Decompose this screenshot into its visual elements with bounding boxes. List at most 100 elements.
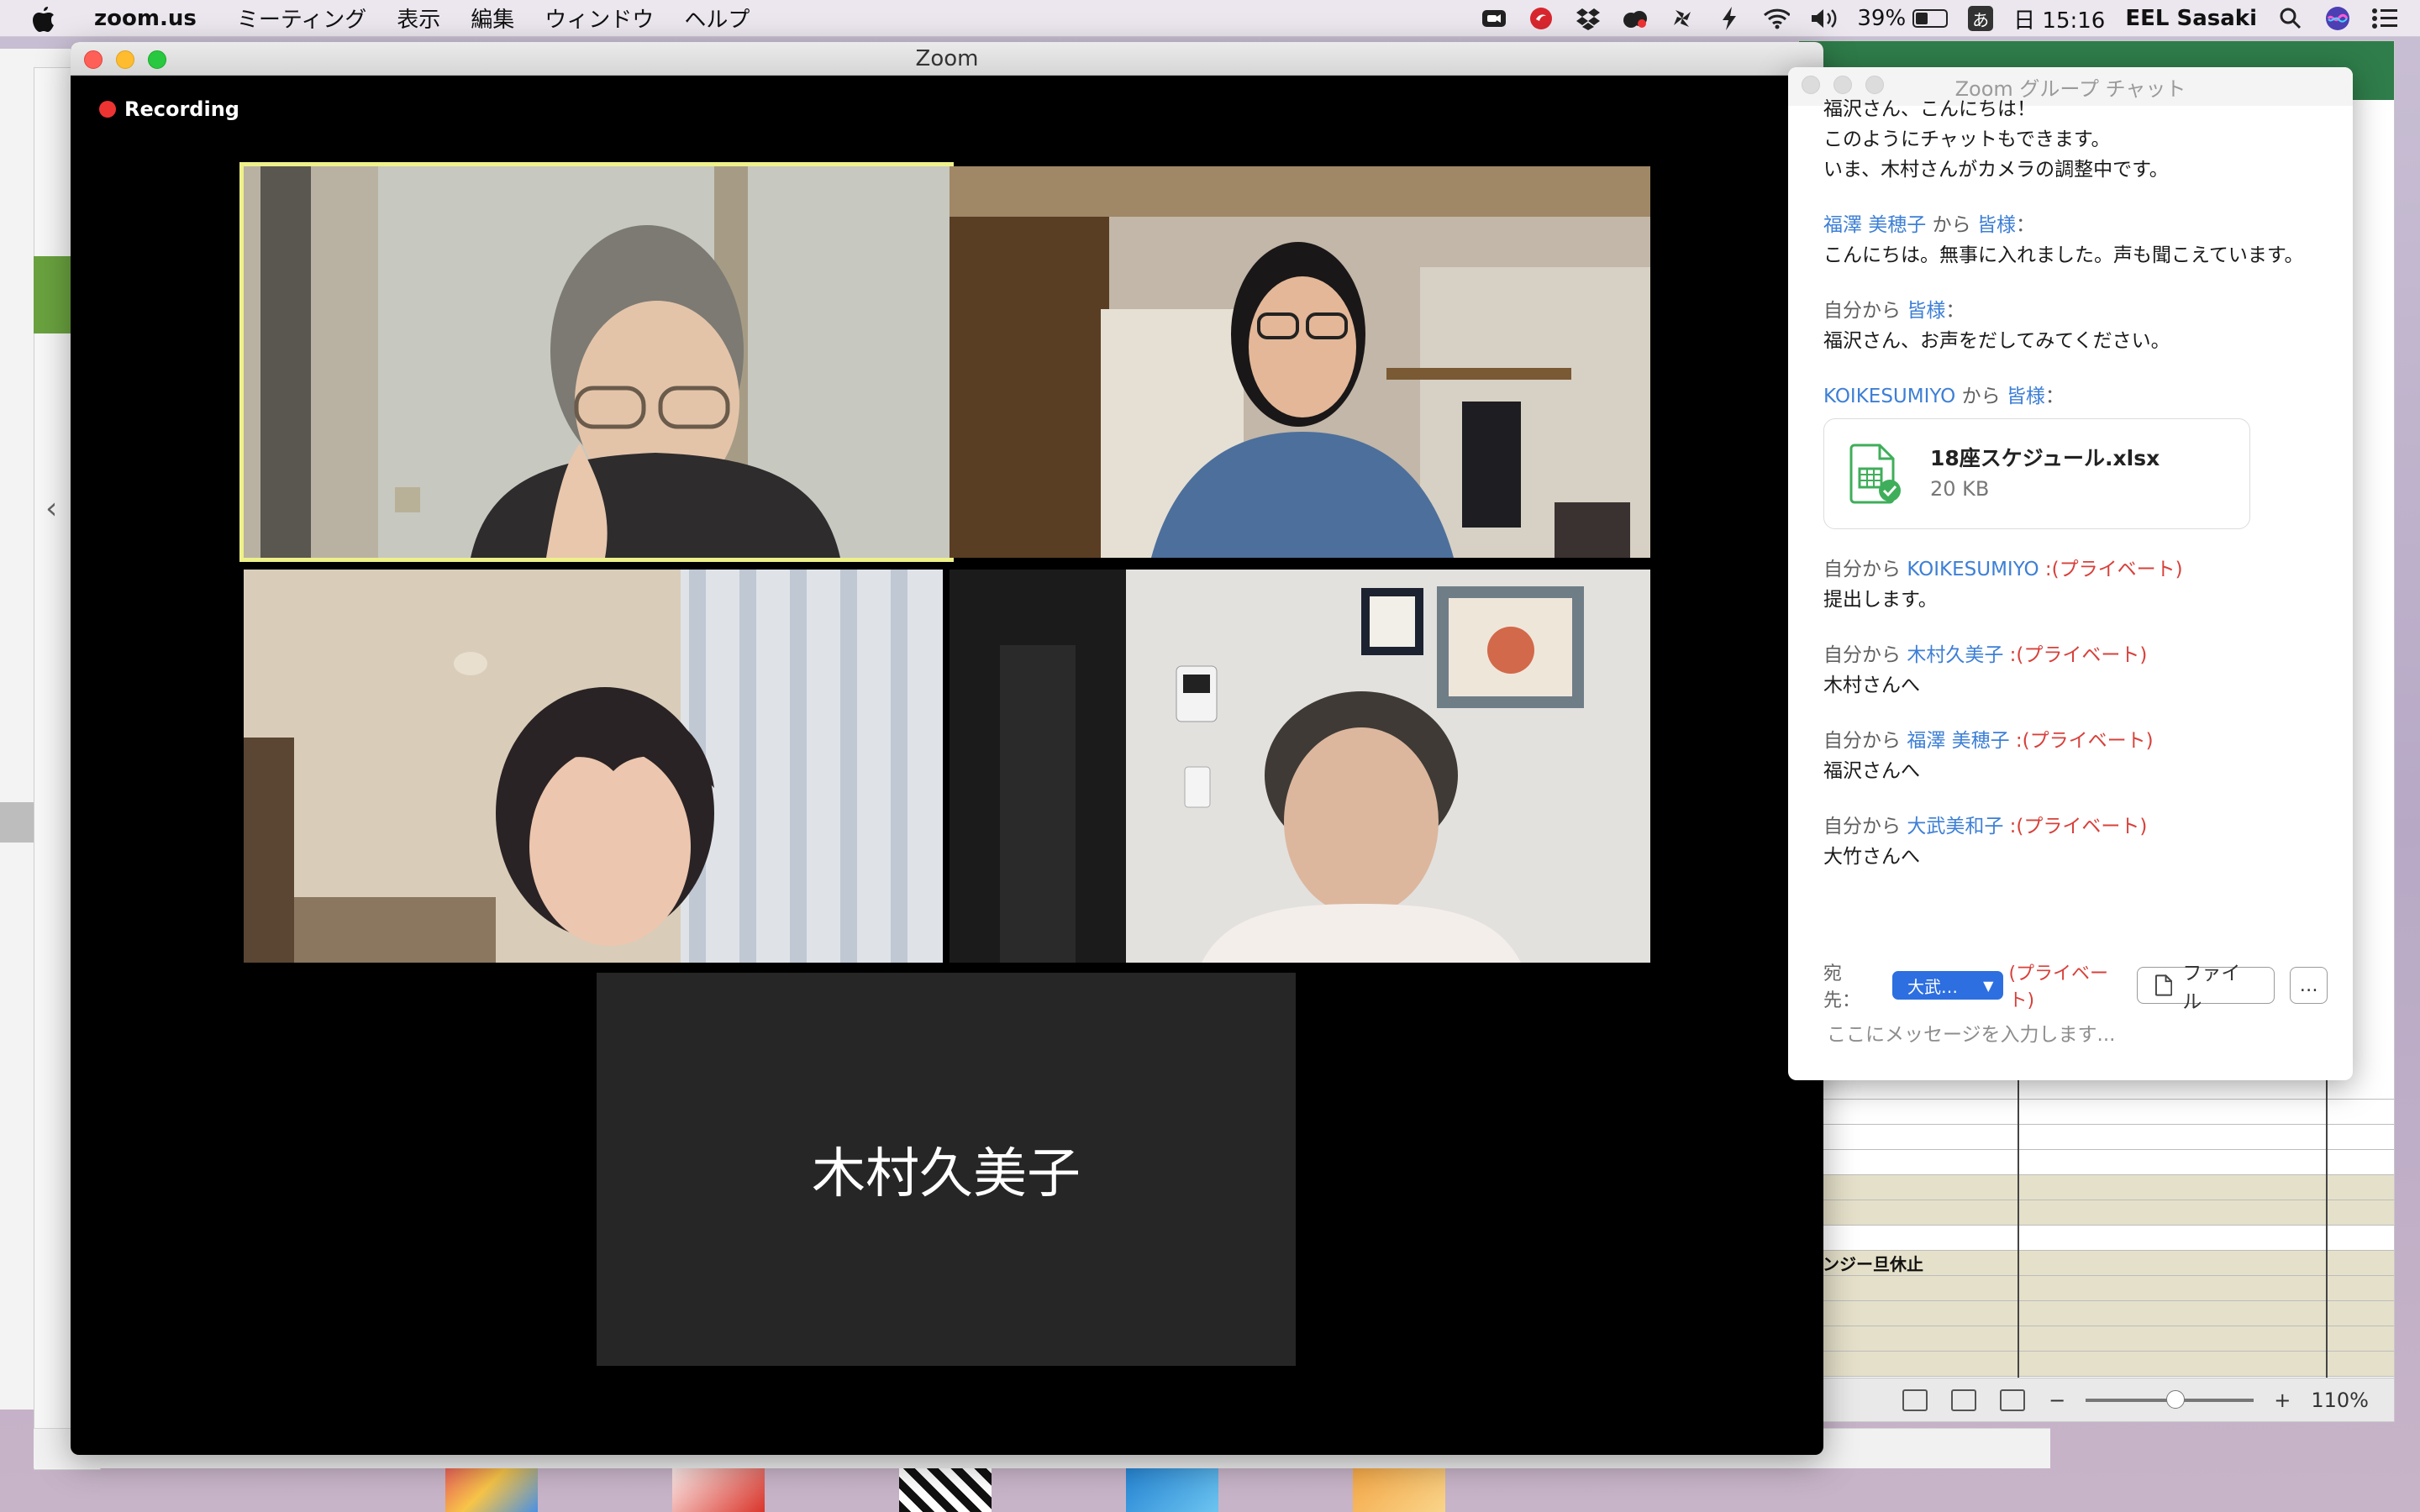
message-header: 福澤 美穂子 から 皆様： bbox=[1823, 210, 2336, 240]
zoom-title-bar[interactable]: Zoom bbox=[71, 42, 1823, 76]
message-header: 自分から KOIKESUMIYO :(プライベート) bbox=[1823, 554, 2336, 585]
menu-window[interactable]: ウィンドウ bbox=[544, 3, 654, 34]
chat-message-input[interactable] bbox=[1827, 1018, 2323, 1052]
recipient-dropdown[interactable]: 大武… ▼ bbox=[1892, 971, 2004, 1000]
video-tile-participant-3[interactable] bbox=[244, 570, 943, 963]
message-text: 提出します。 bbox=[1823, 589, 1938, 611]
apple-menu-icon[interactable] bbox=[32, 2, 66, 35]
lightning-app-icon[interactable] bbox=[1716, 5, 1743, 32]
spotlight-search-icon[interactable] bbox=[2277, 5, 2304, 32]
normal-view-icon[interactable] bbox=[1902, 1389, 1928, 1411]
chat-message: 福沢さん、こんにちは！ このようにチャットもできます。 いま、木村さんがカメラの… bbox=[1823, 94, 2336, 185]
chat-fullscreen-button[interactable] bbox=[1865, 76, 1884, 94]
group-chat-window[interactable]: Zoom グループ チャット 福沢さん、こんにちは！ このようにチャットもできま… bbox=[1788, 67, 2353, 1080]
wifi-icon[interactable] bbox=[1763, 5, 1791, 32]
battery-indicator[interactable]: 39% bbox=[1857, 6, 1949, 31]
sender-name: 自分から bbox=[1823, 644, 1907, 666]
chat-message-list[interactable]: 福沢さん、こんにちは！ このようにチャットもできます。 いま、木村さんがカメラの… bbox=[1823, 98, 2336, 897]
recording-indicator[interactable]: Recording bbox=[99, 97, 239, 121]
to-label: 宛先： bbox=[1823, 963, 1861, 1011]
background-grey-strip bbox=[0, 802, 34, 843]
pinwheel-icon[interactable] bbox=[1669, 5, 1696, 32]
recipient-name[interactable]: 福澤 美穂子 bbox=[1907, 730, 2009, 752]
chevron-down-icon: ▼ bbox=[1983, 978, 1994, 994]
recipient-name[interactable]: 木村久美子 bbox=[1907, 644, 2003, 666]
sender-name[interactable]: KOIKESUMIYO bbox=[1823, 386, 1955, 407]
more-options-button[interactable]: … bbox=[2290, 967, 2328, 1004]
menu-edit[interactable]: 編集 bbox=[471, 3, 514, 34]
recording-label: Recording bbox=[124, 97, 239, 121]
message-text: 福沢さん、こんにちは！ bbox=[1823, 98, 2036, 120]
menu-clock[interactable]: 日 15:16 bbox=[2013, 3, 2105, 34]
chat-minimize-button[interactable] bbox=[1833, 76, 1852, 94]
zoom-meeting-window[interactable]: Zoom Recording 木村久美子 bbox=[71, 42, 1823, 1455]
menu-meeting[interactable]: ミーティング bbox=[237, 3, 366, 34]
volume-icon[interactable] bbox=[1810, 5, 1837, 32]
message-text: このようにチャットもできます。 bbox=[1823, 129, 2111, 150]
private-label: :(プライベート) bbox=[2003, 644, 2148, 666]
sender-name[interactable]: 福澤 美穂子 bbox=[1823, 214, 1926, 236]
chat-message: 自分から KOIKESUMIYO :(プライベート) 提出します。 bbox=[1823, 554, 2336, 615]
message-header: 自分から 木村久美子 :(プライベート) bbox=[1823, 640, 2336, 670]
cloud-sync-icon[interactable] bbox=[1622, 5, 1649, 32]
battery-icon bbox=[1912, 9, 1949, 28]
sender-name: 自分から bbox=[1823, 559, 1907, 580]
video-tile-participant-4[interactable] bbox=[950, 570, 1650, 963]
zoom-slider[interactable] bbox=[2086, 1389, 2254, 1409]
chat-message: 福澤 美穂子 から 皆様： こんにちは。無事に入れました。声も聞こえています。 bbox=[1823, 210, 2336, 270]
zoom-out-icon[interactable]: − bbox=[2049, 1389, 2065, 1412]
file-attachment-card[interactable]: 18座スケジュール.xlsx 20 KB bbox=[1823, 418, 2250, 529]
chevron-left-icon[interactable]: ‹ bbox=[45, 491, 57, 526]
zoom-slider-knob[interactable] bbox=[2166, 1389, 2186, 1409]
chat-close-button[interactable] bbox=[1802, 76, 1820, 94]
file-share-button[interactable]: ファイル bbox=[2137, 963, 2275, 1013]
chat-compose-toolbar: 宛先： 大武… ▼ (プライベート) ファイル … bbox=[1823, 963, 2328, 1013]
zoom-in-icon[interactable]: + bbox=[2274, 1389, 2291, 1412]
message-text: いま、木村さんがカメラの調整中です。 bbox=[1823, 159, 2169, 181]
spreadsheet-grid[interactable] bbox=[1799, 1074, 2394, 1381]
participant-video-feed bbox=[950, 166, 1650, 558]
colon: ： bbox=[2044, 386, 2065, 407]
recipient-name[interactable]: 皆様 bbox=[1977, 214, 2016, 236]
private-label: :(プライベート) bbox=[2039, 559, 2183, 580]
input-method-indicator[interactable]: あ bbox=[1968, 6, 1994, 31]
participant-video-feed bbox=[244, 166, 950, 558]
colon: ： bbox=[1945, 300, 1965, 322]
zoom-window-title: Zoom bbox=[915, 45, 979, 71]
zoom-camera-icon[interactable] bbox=[1481, 5, 1507, 32]
menu-user-name[interactable]: EEL Sasaki bbox=[2125, 6, 2257, 31]
page-break-view-icon[interactable] bbox=[2000, 1389, 2026, 1411]
video-tile-participant-2[interactable] bbox=[950, 166, 1650, 558]
menu-view[interactable]: 表示 bbox=[397, 3, 440, 34]
chat-message: 自分から 大武美和子 :(プライベート) 大竹さんへ bbox=[1823, 811, 2336, 872]
background-green-block bbox=[34, 256, 74, 333]
recipient-name[interactable]: KOIKESUMIYO bbox=[1907, 559, 2039, 580]
document-icon bbox=[2155, 974, 2173, 996]
recipient-name[interactable]: 大武美和子 bbox=[1907, 816, 2003, 837]
menu-app-name[interactable]: zoom.us bbox=[94, 6, 197, 31]
siri-icon[interactable] bbox=[2324, 5, 2351, 32]
spreadsheet-status-bar: − + 110% bbox=[1799, 1378, 2394, 1421]
file-name[interactable]: 18座スケジュール.xlsx bbox=[1930, 444, 2160, 474]
menu-help[interactable]: ヘルプ bbox=[684, 3, 750, 34]
page-layout-view-icon[interactable] bbox=[1951, 1389, 1977, 1411]
chat-message: 自分から 木村久美子 :(プライベート) 木村さんへ bbox=[1823, 640, 2336, 701]
recipient-name[interactable]: 皆様 bbox=[2007, 386, 2045, 407]
minimize-window-button[interactable] bbox=[116, 50, 134, 69]
sender-name: 自分から bbox=[1823, 300, 1907, 322]
close-window-button[interactable] bbox=[84, 50, 103, 69]
zoom-level[interactable]: 110% bbox=[2311, 1389, 2369, 1412]
file-button-label: ファイル bbox=[2182, 963, 2241, 1013]
private-indicator: (プライベート) bbox=[2008, 963, 2109, 1011]
message-text: 福沢さん、お声をだしてみてください。 bbox=[1823, 330, 2170, 352]
chat-message: 自分から 皆様： 福沢さん、お声をだしてみてください。 bbox=[1823, 296, 2336, 356]
recipient-name[interactable]: 皆様 bbox=[1907, 300, 1945, 322]
antivirus-icon[interactable] bbox=[1528, 5, 1555, 32]
video-tile-participant-1[interactable] bbox=[239, 162, 954, 562]
fullscreen-window-button[interactable] bbox=[148, 50, 166, 69]
video-tile-camera-off[interactable]: 木村久美子 bbox=[597, 973, 1296, 1366]
spreadsheet-cell[interactable]: ンジー旦休止 bbox=[1823, 1251, 1923, 1275]
private-label: :(プライベート) bbox=[2003, 816, 2148, 837]
notification-center-icon[interactable] bbox=[2371, 5, 2398, 32]
dropbox-icon[interactable] bbox=[1575, 5, 1602, 32]
